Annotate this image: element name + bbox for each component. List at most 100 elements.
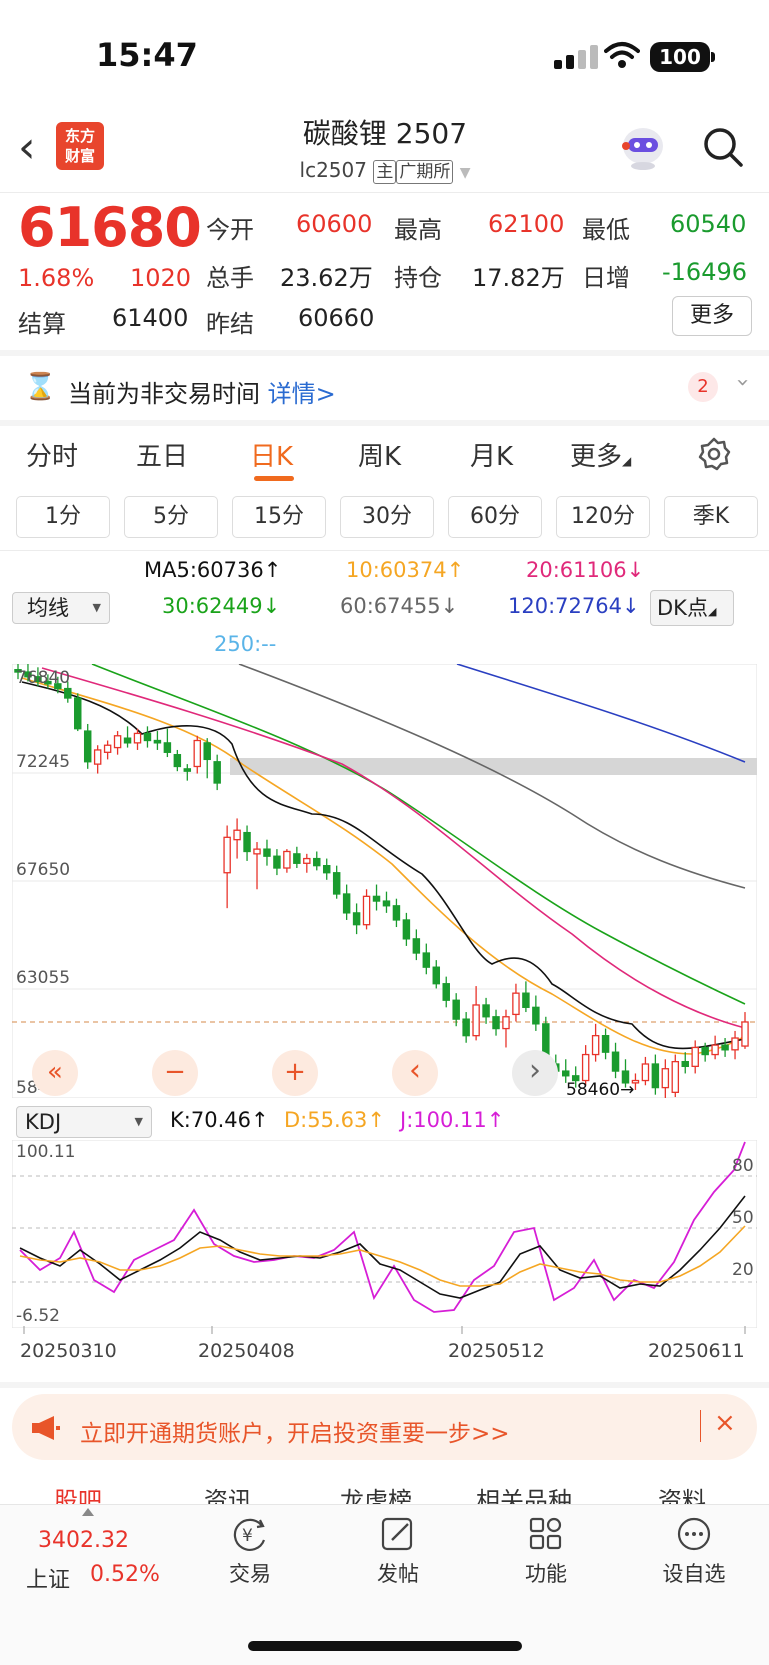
dropdown-triangle-icon: ▼	[134, 1115, 143, 1128]
ma10-value: 10:60374↑	[346, 558, 465, 582]
candle-body	[701, 1046, 709, 1056]
scroll-left-button[interactable]: ‹	[392, 1050, 438, 1096]
dk-point-label: DK点	[657, 596, 708, 620]
period-1min[interactable]: 1分	[16, 496, 110, 538]
subtab-news[interactable]: 资讯	[204, 1488, 252, 1504]
candlestick-chart[interactable]	[12, 664, 757, 1098]
back-icon[interactable]: ‹	[18, 126, 36, 170]
kdj-select-label: KDJ	[25, 1110, 62, 1134]
tab-daily-k[interactable]: 日K	[250, 436, 293, 473]
period-60min[interactable]: 60分	[448, 496, 542, 538]
kdj-ref-20: 20	[732, 1260, 754, 1280]
candle-body	[581, 1053, 590, 1082]
tab-five-day[interactable]: 五日	[136, 436, 188, 473]
candle-body	[64, 687, 72, 699]
low-label: 最低	[582, 216, 630, 244]
tab-more[interactable]: 更多◢	[570, 436, 631, 473]
price-axis-top: 76840	[16, 668, 71, 688]
candle-body	[432, 966, 441, 985]
expand-up-icon[interactable]	[82, 1508, 94, 1516]
open-label: 今开	[206, 216, 254, 244]
period-30min[interactable]: 30分	[340, 496, 434, 538]
volume-value: 23.62万	[280, 264, 373, 292]
active-tab-indicator	[254, 476, 294, 481]
app-logo[interactable]: 东方 财富	[56, 122, 104, 170]
subtab-related[interactable]: 相关品种	[476, 1488, 572, 1504]
assistant-robot-icon[interactable]	[618, 124, 668, 170]
candle-body	[193, 739, 201, 768]
candle-body	[611, 1051, 620, 1072]
kdj-select[interactable]: KDJ ▼	[16, 1106, 152, 1138]
chevron-down-icon[interactable]: ›	[730, 378, 755, 387]
period-120min[interactable]: 120分	[556, 496, 650, 538]
kdj-ref-50: 50	[732, 1208, 754, 1228]
subtab-forum[interactable]: 股吧	[54, 1488, 102, 1504]
lowest-price-marker: 58460→	[566, 1080, 635, 1100]
ma5-value: MA5:60736↑	[144, 558, 282, 582]
candle-body	[143, 732, 152, 742]
contract-subtitle[interactable]: lc2507 主广期所 ▼	[200, 158, 570, 184]
tab-intraday[interactable]: 分时	[26, 436, 78, 473]
exchange-tag: 广期所	[396, 160, 454, 184]
candle-body	[133, 732, 142, 744]
candle-body	[741, 1021, 749, 1047]
nav-watchlist-label: 设自选	[662, 1562, 726, 1586]
kdj-axis-bottom: -6.52	[16, 1306, 60, 1326]
promo-text[interactable]: 立即开通期货账户，开启投资重要一步>>	[80, 1414, 510, 1448]
scroll-to-start-button[interactable]: «	[32, 1050, 78, 1096]
svg-text:¥: ¥	[242, 1526, 253, 1546]
logo-line2: 财富	[64, 147, 95, 165]
period-15min[interactable]: 15分	[232, 496, 326, 538]
ma250-value: 250:--	[214, 632, 277, 656]
trading-status-notice: 当前为非交易时间 详情>	[68, 374, 336, 409]
nav-trade-label: 交易	[229, 1562, 271, 1586]
period-quarter[interactable]: 季K	[664, 496, 758, 538]
gear-icon[interactable]	[696, 436, 732, 472]
nav-functions-label: 功能	[525, 1562, 567, 1586]
nav-post[interactable]: 发帖	[348, 1516, 448, 1588]
subtab-profile[interactable]: 资料	[658, 1488, 706, 1504]
candle-body	[601, 1035, 610, 1053]
candle-body	[641, 1063, 650, 1082]
prev-settle-label: 昨结	[206, 310, 254, 338]
ma60-value: 60:67455↓	[340, 594, 459, 618]
triangle-icon: ◢	[707, 605, 717, 618]
kdj-chart[interactable]	[12, 1140, 757, 1328]
period-5min[interactable]: 5分	[124, 496, 218, 538]
candle-body	[303, 857, 311, 864]
ma30-value: 30:62449↓	[162, 594, 281, 618]
candle-body	[731, 1037, 739, 1051]
candle-body	[322, 865, 331, 874]
close-icon[interactable]: ×	[714, 1408, 736, 1438]
time-axis-ticks	[23, 1326, 746, 1334]
zoom-in-button[interactable]: +	[272, 1050, 318, 1096]
indicator-select[interactable]: 均线 ▼	[12, 592, 110, 624]
candle-body	[93, 749, 102, 765]
candle-body	[283, 850, 291, 869]
kdj-ref-80: 80	[732, 1156, 754, 1176]
subtab-dragon-tiger[interactable]: 龙虎榜	[340, 1488, 412, 1504]
scroll-right-button[interactable]: ›	[512, 1050, 558, 1096]
tab-monthly-k[interactable]: 月K	[470, 436, 513, 473]
caret-down-icon: ▼	[459, 165, 471, 181]
candle-body	[681, 1060, 689, 1068]
tab-weekly-k[interactable]: 周K	[358, 436, 401, 473]
search-icon[interactable]	[702, 126, 744, 168]
notice-detail-link[interactable]: 详情>	[268, 380, 336, 408]
zoom-out-button[interactable]: −	[152, 1050, 198, 1096]
date-label-2: 20250408	[198, 1340, 295, 1362]
more-quote-button[interactable]: 更多	[672, 296, 752, 336]
nav-trade[interactable]: ¥ 交易	[200, 1516, 300, 1588]
index-value[interactable]: 3402.32	[38, 1528, 129, 1553]
hourglass-icon: ⌛	[24, 372, 57, 402]
candle-body	[273, 855, 281, 869]
candle-body	[173, 754, 182, 768]
nav-functions[interactable]: 功能	[496, 1516, 596, 1588]
battery-indicator: 100	[650, 42, 710, 72]
dk-point-select[interactable]: DK点◢	[650, 590, 734, 626]
nav-watchlist[interactable]: 设自选	[644, 1516, 744, 1588]
settle-value: 61400	[112, 304, 189, 332]
notice-count-badge: 2	[688, 372, 718, 402]
section-gap	[0, 420, 769, 426]
divider	[0, 192, 769, 193]
